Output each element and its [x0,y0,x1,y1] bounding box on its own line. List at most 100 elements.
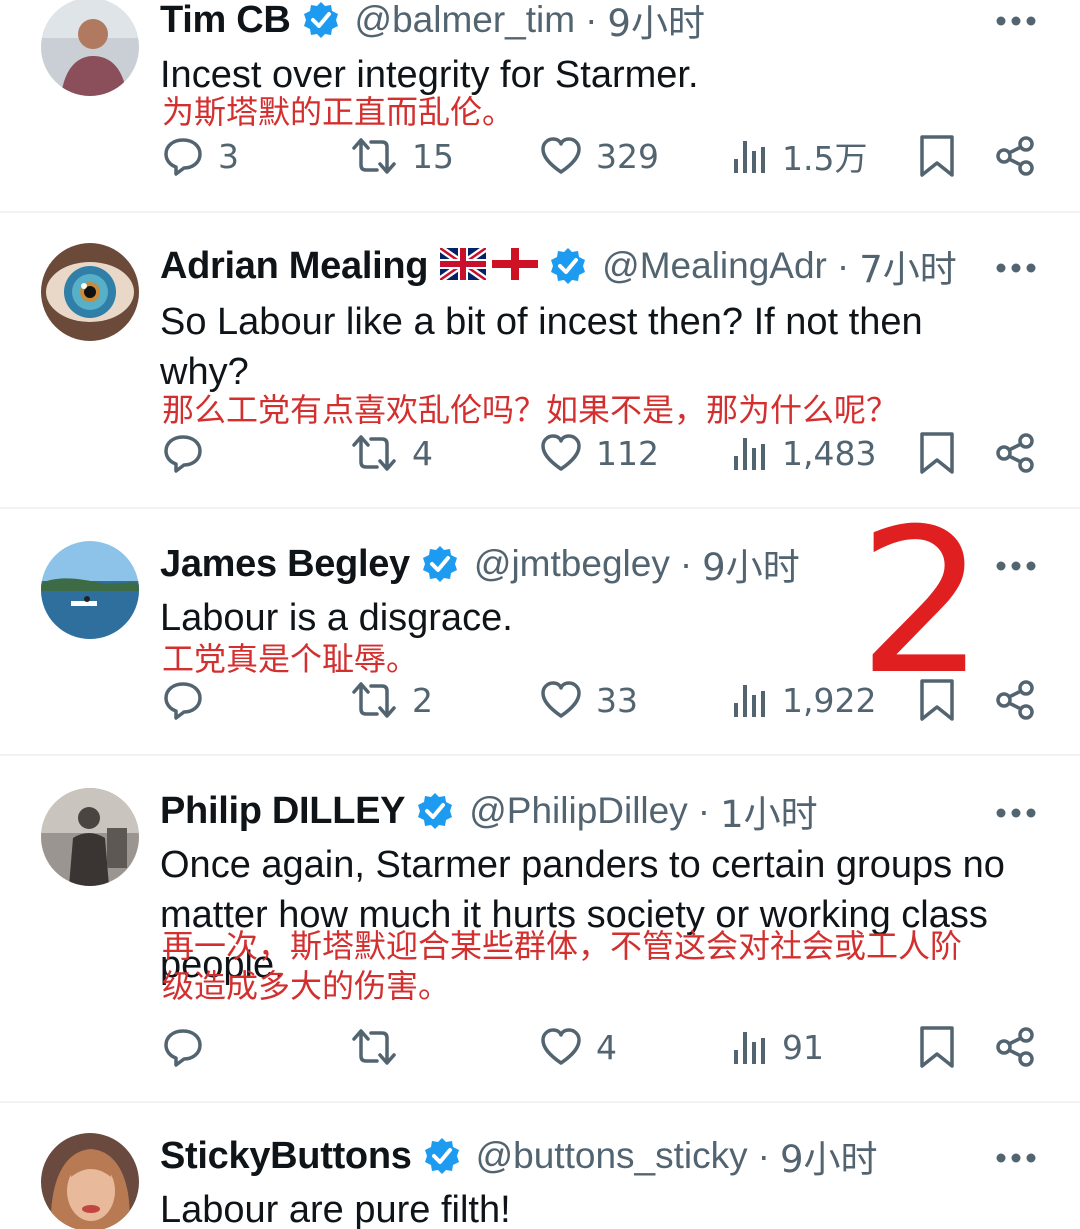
bookmark-icon [918,431,956,475]
display-name[interactable]: Philip DILLEY [160,790,406,833]
separator-dot: · [836,245,850,286]
reply-icon [162,679,204,721]
retweet-button[interactable]: 2 [350,675,433,725]
share-icon [994,135,1036,177]
reply-button[interactable] [162,1022,218,1072]
avatar[interactable] [41,788,139,886]
retweet-count: 2 [412,680,433,720]
timestamp[interactable]: 9小时 [780,1129,878,1183]
like-icon [540,432,582,474]
replies-timeline: Tim CB @balmer_tim · 9小时 Incest over int… [0,0,1080,1229]
reply-button[interactable] [162,675,218,725]
share-button[interactable] [994,428,1036,478]
separator-dot: · [679,543,693,584]
chinese-translation: 工党真是个耻辱。 [162,640,419,678]
handle[interactable]: @jmtbegley [474,543,670,585]
more-icon[interactable] [996,559,1036,571]
handle[interactable]: @PhilipDilley [469,790,688,832]
views-icon [732,135,768,177]
more-icon[interactable] [996,14,1036,26]
handle[interactable]: @buttons_sticky [476,1135,748,1177]
views-icon [732,679,768,721]
retweet-icon [350,1026,398,1068]
views-button[interactable]: 1.5万 [732,131,867,181]
share-icon [994,1026,1036,1068]
avatar[interactable] [41,1133,139,1229]
reply-button[interactable]: 3 [162,131,239,181]
views-icon [732,432,768,474]
retweet-button[interactable]: 15 [350,131,454,181]
bookmark-button[interactable] [918,131,956,181]
bookmark-icon [918,1025,956,1069]
timestamp[interactable]: 9小时 [607,0,705,47]
chinese-translation: 为斯塔默的正直而乱伦。 [162,93,515,131]
avatar[interactable] [41,0,139,96]
display-name[interactable]: Tim CB [160,0,291,42]
retweet-button[interactable] [350,1022,412,1072]
retweet-button[interactable]: 4 [350,428,433,478]
like-count: 4 [596,1027,617,1067]
like-count: 329 [596,136,659,176]
retweet-icon [350,679,398,721]
like-icon [540,135,582,177]
chinese-translation: 那么工党有点喜欢乱伦吗？如果不是，那为什么呢？ [162,391,899,429]
views-count: 1.5万 [782,139,868,178]
timestamp[interactable]: 7小时 [859,239,957,293]
views-button[interactable]: 1,922 [732,675,876,725]
like-button[interactable]: 329 [540,131,659,181]
share-button[interactable] [994,131,1036,181]
share-icon [994,679,1036,721]
tweet-item[interactable]: StickyButtons @buttons_sticky · 9小时 Labo… [0,1103,1080,1229]
bookmark-icon [918,134,956,178]
retweet-count: 15 [412,136,454,176]
avatar[interactable] [41,243,139,341]
avatar[interactable] [41,541,139,639]
bookmark-button[interactable] [918,1022,956,1072]
timestamp[interactable]: 1小时 [720,784,818,838]
verified-badge-icon [415,791,455,831]
views-icon [732,1026,768,1068]
share-button[interactable] [994,675,1036,725]
verified-badge-icon [301,0,341,40]
tweet-item[interactable]: Adrian Mealing @MealingAdr · 7小时 So Labo… [0,213,1080,507]
like-button[interactable]: 4 [540,1022,617,1072]
views-button[interactable]: 1,483 [732,428,876,478]
like-icon [540,1026,582,1068]
views-button[interactable]: 91 [732,1022,824,1072]
tweet-text: So Labour like a bit of incest then? If … [160,301,923,393]
uk-flag-icon [438,244,489,285]
bookmark-button[interactable] [918,428,956,478]
more-icon[interactable] [996,806,1036,818]
display-name[interactable]: James Begley [160,543,410,586]
display-name[interactable]: StickyButtons [160,1135,412,1178]
tweet-item[interactable]: Tim CB @balmer_tim · 9小时 Incest over int… [0,0,1080,212]
like-count: 33 [596,680,638,720]
reply-icon [162,432,204,474]
handle[interactable]: @balmer_tim [355,0,576,41]
flag-emojis [438,244,539,285]
tweet-item[interactable]: Philip DILLEY @PhilipDilley · 1小时 Once a… [0,756,1080,1101]
like-button[interactable]: 112 [540,428,659,478]
share-icon [994,432,1036,474]
reply-button[interactable] [162,428,218,478]
timestamp[interactable]: 9小时 [702,537,800,591]
verified-badge-icon [422,1136,462,1176]
like-count: 112 [596,433,659,473]
display-name[interactable]: Adrian Mealing [160,245,428,288]
verified-badge-icon [420,544,460,584]
separator-dot: · [585,0,598,40]
more-icon[interactable] [996,261,1036,273]
separator-dot: · [757,1135,770,1176]
reply-count: 3 [218,136,239,176]
like-button[interactable]: 33 [540,675,638,725]
more-icon[interactable] [996,1151,1036,1163]
share-button[interactable] [994,1022,1036,1072]
tweet-actions: 3 15 329 1.5万 [0,131,1080,181]
verified-badge-icon [548,246,588,286]
retweet-icon [350,135,398,177]
like-icon [540,679,582,721]
england-flag-icon [492,247,539,285]
handle[interactable]: @MealingAdr [602,245,827,287]
views-count: 1,483 [782,433,877,473]
tweet-actions: 4 112 1,483 [0,428,1080,478]
